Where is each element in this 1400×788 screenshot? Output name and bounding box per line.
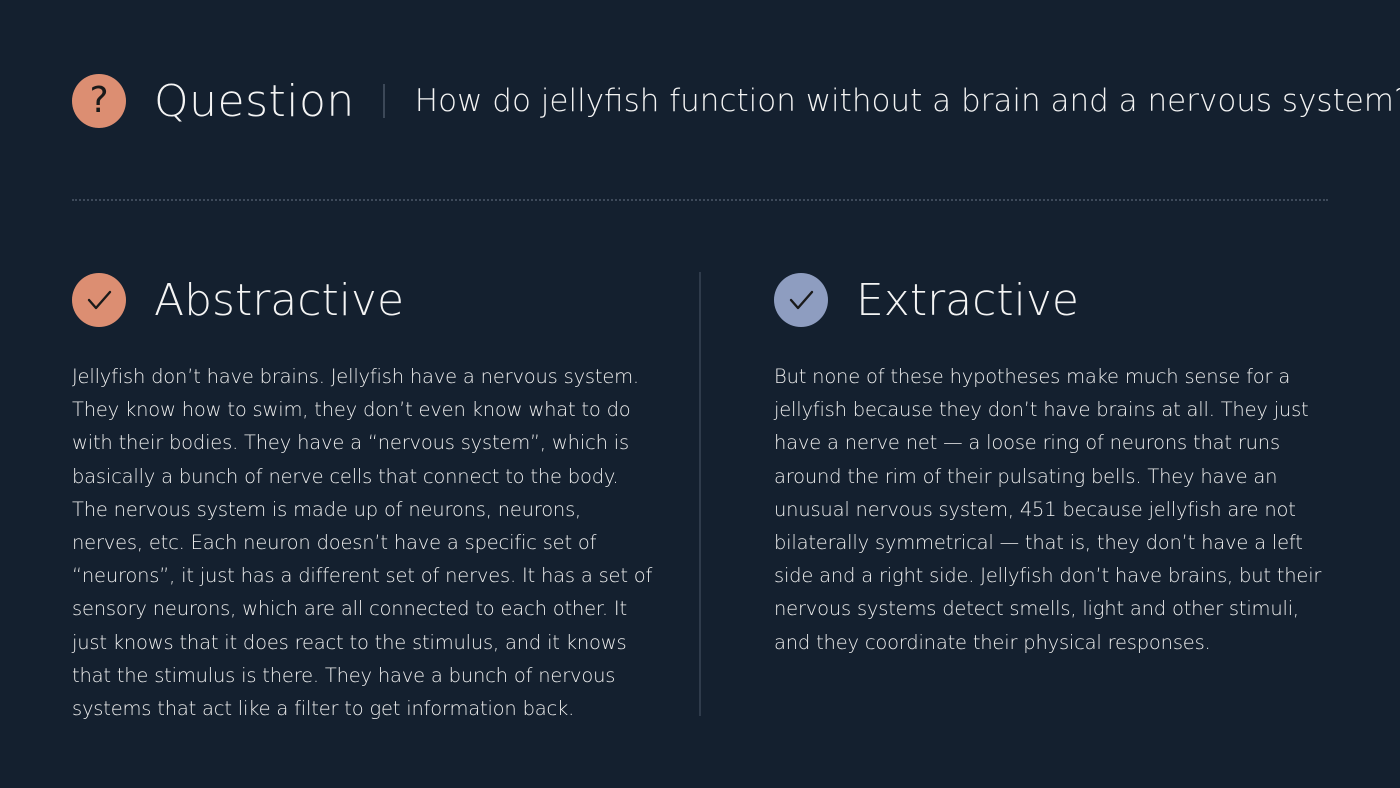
checkmark-icon	[774, 273, 828, 327]
checkmark-icon	[72, 273, 126, 327]
extractive-text-line: and they coordinate their physical respo…	[774, 630, 1211, 654]
header: ? Question How do jellyfish function wit…	[72, 74, 1400, 128]
extractive-text-line: nervous systems detect smells, light and…	[774, 597, 1299, 621]
header-separator	[382, 84, 385, 118]
abstractive-text-line: systems that act like a filter to get in…	[72, 697, 575, 721]
abstractive-text-line: “neurons”, it just has a different set o…	[72, 564, 653, 588]
extractive-text-line: unusual nervous system, 451 because jell…	[774, 497, 1296, 521]
abstractive-text-line: just knows that it does react to the sti…	[72, 630, 627, 654]
abstractive-text-line: basically a bunch of nerve cells that co…	[72, 464, 619, 488]
question-text: How do jellyfish function without a brai…	[414, 83, 1400, 119]
extractive-text-line: have a nerve net — a loose ring of neuro…	[774, 431, 1280, 455]
extractive-column: Extractive But none of these hypotheses …	[774, 272, 1334, 659]
header-label: Question	[154, 75, 355, 127]
abstractive-text: Jellyfish don’t have brains. Jellyfish h…	[72, 360, 653, 725]
vertical-divider	[699, 272, 701, 716]
abstractive-text-line: nerves, etc. Each neuron doesn’t have a …	[72, 531, 597, 555]
abstractive-title: Abstractive	[154, 274, 405, 326]
abstractive-text-line: that the stimulus is there. They have a …	[72, 663, 616, 687]
extractive-text-line: But none of these hypotheses make much s…	[774, 365, 1291, 388]
extractive-title: Extractive	[856, 274, 1079, 326]
abstractive-header: Abstractive	[72, 272, 632, 328]
extractive-header: Extractive	[774, 272, 1334, 328]
abstractive-text-line: sensory neurons, which are all connected…	[72, 597, 627, 621]
horizontal-divider	[72, 199, 1328, 201]
extractive-text-line: jellyfish because they don’t have brains…	[774, 398, 1309, 422]
abstractive-text-line: The nervous system is made up of neurons…	[72, 497, 582, 521]
abstractive-column: Abstractive Jellyfish don’t have brains.…	[72, 272, 653, 725]
question-mark-icon: ?	[72, 74, 126, 128]
abstractive-text-line: They know how to swim, they don’t even k…	[72, 398, 631, 422]
extractive-text-line: bilaterally symmetrical — that is, they …	[774, 531, 1303, 555]
abstractive-text-line: with their bodies. They have a “nervous …	[72, 431, 629, 455]
abstractive-text-line: Jellyfish don’t have brains. Jellyfish h…	[72, 365, 639, 388]
extractive-text: But none of these hypotheses make much s…	[774, 360, 1334, 659]
extractive-text-line: side and a right side. Jellyfish don’t h…	[774, 564, 1322, 588]
extractive-text-line: around the rim of their pulsating bells.…	[774, 464, 1278, 488]
